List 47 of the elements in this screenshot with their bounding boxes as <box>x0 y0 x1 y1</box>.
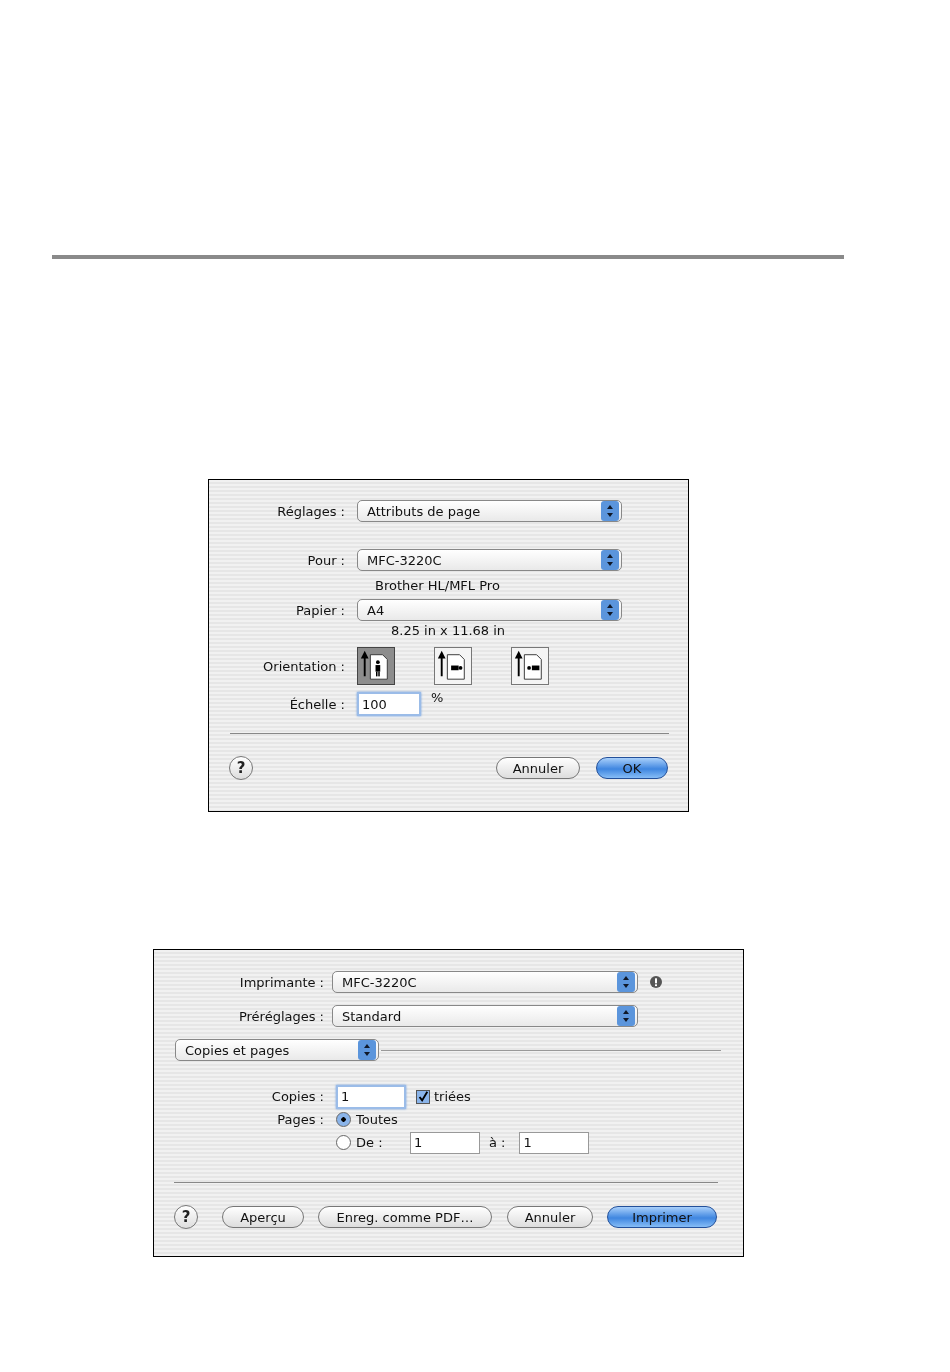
field-label: Copies : <box>270 1089 324 1104</box>
radio-button[interactable] <box>336 1112 351 1127</box>
orientation-button[interactable] <box>357 647 395 685</box>
help-button[interactable]: ? <box>229 756 253 780</box>
field-label: Réglages : <box>276 503 345 519</box>
stepper-arrows-icon <box>600 600 620 620</box>
dialog-button[interactable]: Aperçu <box>222 1206 304 1228</box>
settings-popup[interactable]: Attributs de page <box>357 500 622 522</box>
printer-description: Brother HL/MFL Pro <box>375 577 500 593</box>
dialog-button[interactable]: Imprimer <box>607 1206 717 1228</box>
to-page-field[interactable]: 1 <box>519 1131 590 1154</box>
orientation-button[interactable] <box>434 647 472 685</box>
field-label: Imprimante : <box>238 974 324 990</box>
help-button[interactable]: ? <box>174 1205 198 1229</box>
from-page-field[interactable]: 1 <box>410 1131 480 1154</box>
panel-popup[interactable]: Copies et pages <box>175 1039 379 1061</box>
stepper-arrows-icon <box>600 501 620 521</box>
dialog-button[interactable]: OK <box>596 757 668 779</box>
radio-label: Toutes <box>356 1112 398 1127</box>
paper-size-text: 8.25 in x 11.68 in <box>391 622 506 638</box>
warning-icon <box>650 976 662 988</box>
printer-popup[interactable]: MFC-3220C <box>357 549 622 571</box>
collated-checkbox[interactable] <box>416 1089 430 1104</box>
dialog-button[interactable]: Enreg. comme PDF… <box>318 1206 492 1228</box>
radio-label: De : <box>356 1135 384 1150</box>
paper-popup[interactable]: A4 <box>357 599 622 621</box>
stepper-arrows-icon <box>357 1040 377 1060</box>
field-label: Papier : <box>295 602 345 618</box>
orientation-button[interactable] <box>511 647 549 685</box>
unit-label: % <box>431 690 444 705</box>
field-label: Échelle : <box>288 696 345 712</box>
field-label: Pour : <box>306 552 345 568</box>
field-label: Pages : <box>276 1112 324 1127</box>
stepper-arrows-icon <box>616 1006 636 1026</box>
field-label: à : <box>489 1135 506 1150</box>
field-label: Orientation : <box>262 658 345 674</box>
scale-field[interactable]: 100 <box>357 692 421 716</box>
stepper-arrows-icon <box>616 972 636 992</box>
copies-field[interactable]: 1 <box>336 1084 406 1109</box>
dialog-button[interactable]: Annuler <box>507 1206 593 1228</box>
checkbox-label: triées <box>434 1089 471 1104</box>
stepper-arrows-icon <box>600 550 620 570</box>
dialog-button[interactable]: Annuler <box>496 757 580 779</box>
radio-button[interactable] <box>336 1135 351 1150</box>
presets-popup[interactable]: Standard <box>332 1005 638 1027</box>
printer-popup[interactable]: MFC-3220C <box>332 971 638 993</box>
field-label: Préréglages : <box>237 1008 324 1024</box>
